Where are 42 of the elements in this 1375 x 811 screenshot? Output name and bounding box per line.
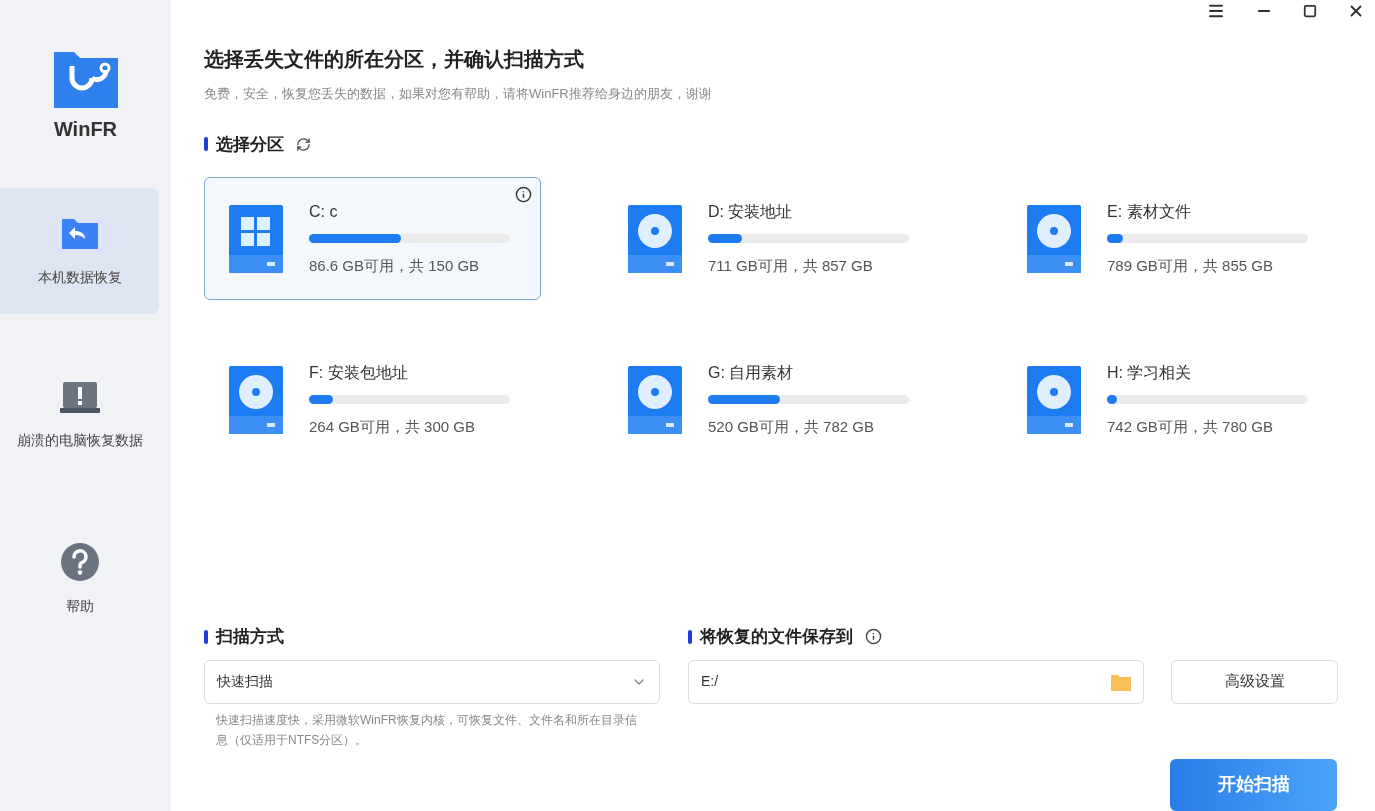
disk-drive-icon <box>1027 204 1081 273</box>
disk-drive-icon <box>628 365 682 434</box>
windows-drive-icon <box>229 204 283 273</box>
help-icon <box>59 541 100 582</box>
partition-name: F: 安装包地址 <box>309 362 409 383</box>
partition-name: G: 自用素材 <box>708 362 795 383</box>
sidebar-item[interactable]: 崩溃的电脑恢复数据 <box>0 352 159 478</box>
disk-drive-icon <box>628 204 682 273</box>
app-name: WinFR <box>53 117 118 142</box>
section-marker <box>204 137 208 152</box>
partition-card[interactable]: C: c 86.6 GB可用，共 150 GB <box>204 177 541 300</box>
sidebar-item[interactable]: 本机数据恢复 <box>0 188 159 314</box>
disk-drive-icon <box>229 365 283 434</box>
laptop-warning-icon <box>58 379 101 416</box>
section-title: 扫描方式 <box>216 626 284 648</box>
partition-usage: 264 GB可用，共 300 GB <box>309 416 476 437</box>
info-icon[interactable] <box>865 628 882 646</box>
partition-name: D: 安装地址 <box>708 201 794 222</box>
page-subtitle: 免费，安全，恢复您丢失的数据，如果对您有帮助，请将WinFR推荐给身边的朋友，谢谢 <box>204 85 713 103</box>
section-marker <box>204 629 208 644</box>
partition-name: E: 素材文件 <box>1107 201 1192 222</box>
partition-usage: 711 GB可用，共 857 GB <box>708 255 874 276</box>
section-title: 将恢复的文件保存到 <box>700 626 853 648</box>
maximize-icon[interactable] <box>1303 4 1317 18</box>
page-title: 选择丢失文件的所在分区，并确认扫描方式 <box>204 47 585 72</box>
disk-drive-icon <box>1027 365 1081 434</box>
section-marker <box>688 629 692 644</box>
partition-usage: 789 GB可用，共 855 GB <box>1107 255 1274 276</box>
section-title: 选择分区 <box>216 133 284 156</box>
advanced-settings-button[interactable]: 高级设置 <box>1171 659 1338 704</box>
partition-usage: 520 GB可用，共 782 GB <box>708 416 875 437</box>
scan-mode-select[interactable]: 快速扫描 <box>204 659 660 704</box>
save-path-field[interactable]: E:/ <box>688 659 1144 704</box>
partition-usage: 86.6 GB可用，共 150 GB <box>309 255 481 276</box>
scan-mode-description: 快速扫描速度快，采用微软WinFR恢复内核，可恢复文件、文件名和所在目录信息（仅适用于NTFS分区）。 <box>215 711 638 749</box>
info-icon[interactable] <box>515 186 532 203</box>
menu-icon[interactable] <box>1207 2 1225 20</box>
partition-name: C: c <box>309 201 339 222</box>
sidebar-item[interactable]: 帮助 <box>0 516 159 642</box>
partition-usage: 742 GB可用，共 780 GB <box>1107 416 1274 437</box>
partition-name: H: 学习相关 <box>1107 362 1193 383</box>
refresh-icon[interactable] <box>296 136 311 152</box>
